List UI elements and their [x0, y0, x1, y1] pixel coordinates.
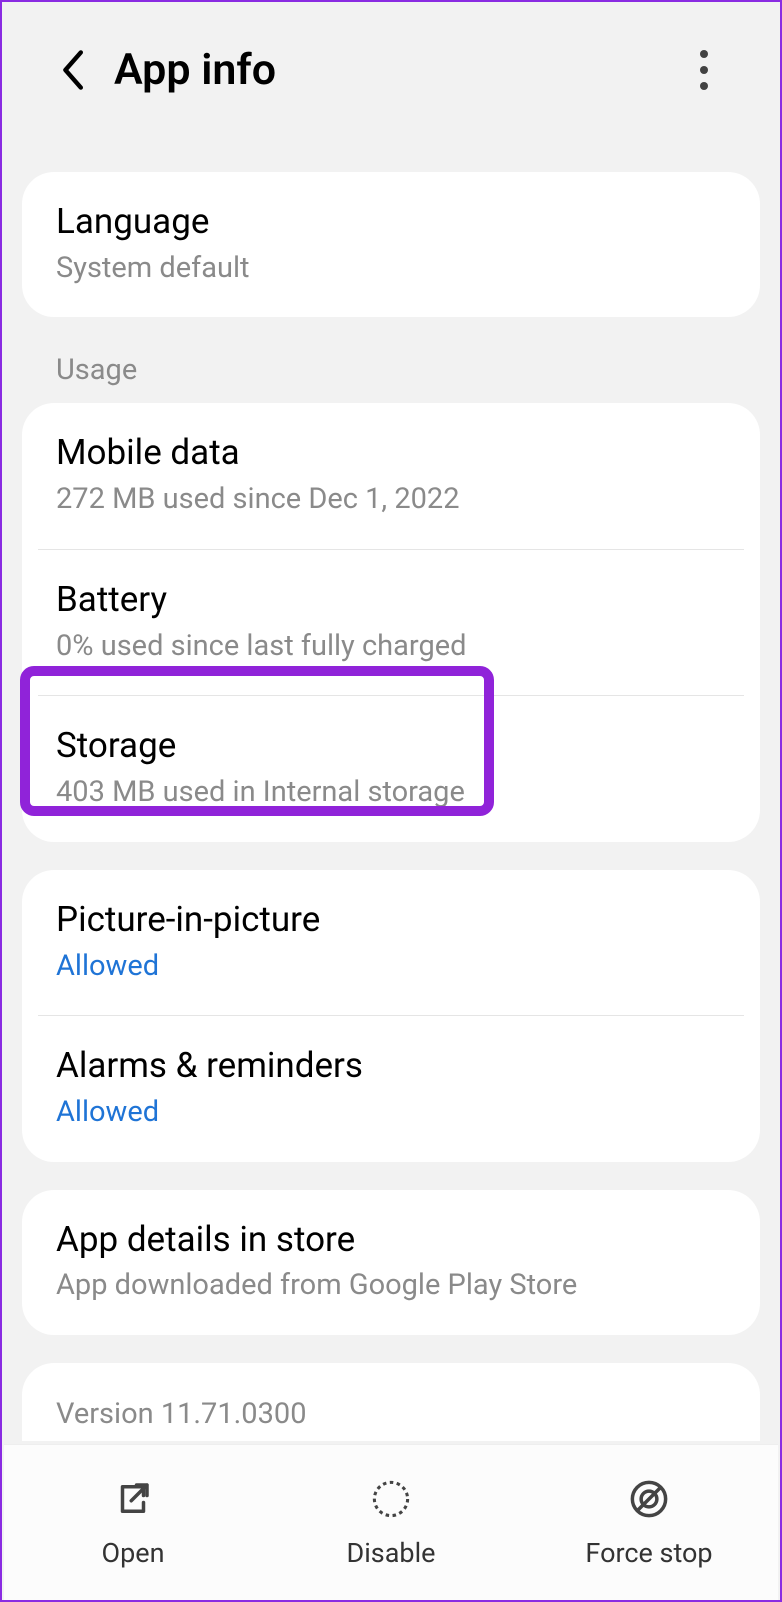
battery-value: 0% used since last fully charged	[56, 628, 726, 666]
open-icon	[109, 1475, 157, 1523]
alarms-title: Alarms & reminders	[56, 1044, 726, 1088]
mobile-data-title: Mobile data	[56, 431, 726, 475]
force-stop-icon	[625, 1475, 673, 1523]
disable-label: Disable	[347, 1537, 436, 1569]
more-vertical-icon	[700, 50, 708, 58]
force-stop-label: Force stop	[585, 1537, 712, 1569]
app-details-card: App details in store App downloaded from…	[22, 1190, 760, 1335]
chevron-left-icon	[58, 48, 86, 92]
more-options-button[interactable]	[684, 46, 724, 94]
version-text: Version 11.71.0300	[56, 1397, 726, 1431]
usage-section-label: Usage	[22, 345, 760, 403]
mobile-data-row[interactable]: Mobile data 272 MB used since Dec 1, 202…	[22, 403, 760, 548]
app-details-row[interactable]: App details in store App downloaded from…	[22, 1190, 760, 1335]
language-card: Language System default	[22, 172, 760, 317]
force-stop-button[interactable]: Force stop	[521, 1475, 776, 1569]
battery-row[interactable]: Battery 0% used since last fully charged	[22, 550, 760, 695]
version-card: Version 11.71.0300	[22, 1363, 760, 1441]
pip-row[interactable]: Picture-in-picture Allowed	[22, 870, 760, 1015]
open-label: Open	[102, 1537, 165, 1569]
disable-icon	[367, 1475, 415, 1523]
open-button[interactable]: Open	[5, 1475, 260, 1569]
language-title: Language	[56, 200, 726, 244]
app-details-title: App details in store	[56, 1218, 726, 1262]
disable-button[interactable]: Disable	[263, 1475, 518, 1569]
usage-card: Mobile data 272 MB used since Dec 1, 202…	[22, 403, 760, 841]
storage-value: 403 MB used in Internal storage	[56, 774, 726, 812]
storage-title: Storage	[56, 724, 726, 768]
battery-title: Battery	[56, 578, 726, 622]
pip-status: Allowed	[56, 948, 726, 986]
bottom-action-bar: Open Disable Force stop	[4, 1444, 778, 1600]
language-value: System default	[56, 250, 726, 288]
alarms-status: Allowed	[56, 1094, 726, 1132]
page-title: App info	[114, 45, 276, 95]
permissions-card: Picture-in-picture Allowed Alarms & remi…	[22, 870, 760, 1162]
storage-row[interactable]: Storage 403 MB used in Internal storage	[22, 696, 760, 841]
alarms-row[interactable]: Alarms & reminders Allowed	[22, 1016, 760, 1161]
back-button[interactable]	[48, 46, 96, 94]
header-bar: App info	[2, 2, 780, 130]
app-details-sub: App downloaded from Google Play Store	[56, 1267, 726, 1305]
mobile-data-value: 272 MB used since Dec 1, 2022	[56, 481, 726, 519]
pip-title: Picture-in-picture	[56, 898, 726, 942]
language-row[interactable]: Language System default	[22, 172, 760, 317]
